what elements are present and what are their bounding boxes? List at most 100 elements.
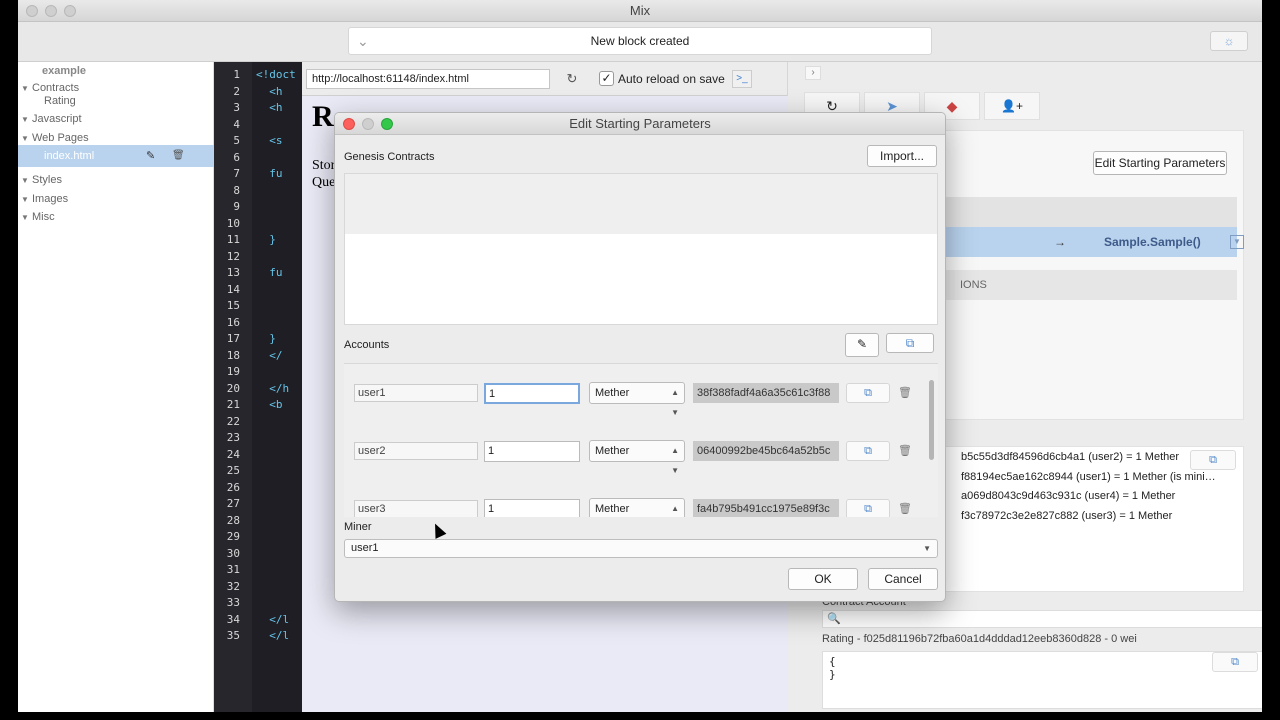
code-line[interactable]: </: [256, 349, 282, 362]
window-close-button[interactable]: [26, 5, 38, 17]
account-key-field[interactable]: 38f388fadf4a6a35c61c3f88: [693, 383, 839, 403]
miner-select[interactable]: user1 ▼: [344, 539, 938, 558]
code-line[interactable]: <!doct: [256, 68, 296, 81]
window-minimize-button[interactable]: [45, 5, 57, 17]
rating-contract-line: Rating - f025d81196b72fba60a1d4dddad12ee…: [822, 633, 1137, 645]
dialog-close-button[interactable]: [343, 118, 355, 130]
code-line[interactable]: </h: [256, 382, 289, 395]
account-name-field[interactable]: user2: [354, 442, 478, 460]
trash-icon[interactable]: 🗑: [172, 145, 185, 167]
line-number: 10: [226, 216, 240, 230]
trash-icon[interactable]: 🗑: [897, 442, 913, 460]
window-zoom-button[interactable]: [64, 5, 76, 17]
code-line[interactable]: <s: [256, 134, 282, 147]
accounts-label: Accounts: [344, 339, 390, 351]
account-amount-field[interactable]: 1: [484, 499, 580, 517]
account-amount-field[interactable]: 1: [484, 383, 580, 404]
ok-button[interactable]: OK: [788, 568, 858, 590]
sidebar-item-misc[interactable]: ▼ Misc: [18, 208, 214, 226]
code-line[interactable]: }: [256, 332, 276, 345]
account-key-field[interactable]: 06400992be45bc64a52b5c: [693, 441, 839, 461]
url-field[interactable]: http://localhost:61148/index.html: [306, 69, 550, 89]
nav-forward-icon[interactable]: ›: [805, 66, 821, 80]
code-line[interactable]: fu: [256, 266, 282, 279]
code-line[interactable]: }: [256, 233, 276, 246]
account-row: user1 1 Mether ▲ ▼ 38f388fadf4a6a35c61c3f8…: [344, 364, 938, 422]
dialog-minimize-button[interactable]: [362, 118, 374, 130]
line-number: 7: [233, 167, 240, 180]
line-number: 18: [226, 348, 240, 362]
sidebar-item-styles[interactable]: ▼ Styles: [18, 171, 214, 189]
copy-icon[interactable]: ⧉: [846, 383, 890, 403]
code-line[interactable]: <h: [256, 85, 282, 98]
add-user-icon[interactable]: 👤+: [984, 92, 1040, 120]
disclosure-triangle-icon[interactable]: ▼: [18, 80, 32, 98]
sidebar-item-index-html[interactable]: index.html ✎ 🗑: [18, 145, 214, 167]
line-number: 8: [233, 183, 240, 197]
line-number: 30: [226, 546, 240, 560]
preview-text-line: Stor: [312, 158, 336, 173]
status-text: New block created: [590, 34, 690, 48]
disclosure-triangle-icon[interactable]: ▼: [18, 209, 32, 227]
pencil-icon[interactable]: ✎: [146, 145, 155, 167]
cancel-button[interactable]: Cancel: [868, 568, 938, 590]
auto-reload-checkbox[interactable]: ✓: [599, 71, 614, 86]
reload-icon[interactable]: ↻: [560, 69, 584, 89]
edit-account-button[interactable]: ✎: [845, 333, 879, 357]
copy-icon[interactable]: ⧉: [1190, 450, 1236, 470]
line-number: 15: [226, 299, 240, 312]
terminal-icon[interactable]: >_: [732, 70, 752, 88]
debug-button[interactable]: ☼: [1210, 31, 1248, 51]
copy-accounts-button[interactable]: ⧉: [886, 333, 934, 353]
line-number: 26: [226, 480, 240, 494]
log-line: f88194ec5ae162c8944 (user1) = 1 Mether (…: [961, 471, 1216, 483]
account-amount-field[interactable]: 1: [484, 441, 580, 462]
account-key-field[interactable]: fa4b795b491cc1975e89f3c: [693, 499, 839, 517]
line-number: 2: [233, 84, 240, 98]
line-number: 25: [226, 464, 240, 477]
json-output[interactable]: { }: [822, 651, 1262, 709]
status-message[interactable]: ⌄ New block created: [348, 27, 932, 55]
code-editor[interactable]: 1 2 3 4 5 6 7 8 9 10 11 12 13 14 15 16 17 18 19 20 21 22 23 24 2…: [214, 62, 302, 712]
line-number: 20: [226, 381, 240, 395]
disclosure-triangle-icon[interactable]: ▼: [18, 191, 32, 209]
account-name-field[interactable]: user3: [354, 500, 478, 517]
genesis-contracts-list[interactable]: [344, 173, 938, 325]
auto-reload-label: Auto reload on save: [618, 72, 725, 86]
line-number: 11: [226, 233, 240, 246]
copy-icon[interactable]: ⧉: [846, 499, 890, 517]
disclosure-triangle-icon[interactable]: ▼: [18, 172, 32, 190]
sidebar-item-javascript[interactable]: ▼ Javascript: [18, 110, 214, 128]
dialog-zoom-button[interactable]: [381, 118, 393, 130]
accounts-list[interactable]: user1 1 Mether ▲ ▼ 38f388fadf4a6a35c61c3f8…: [344, 363, 938, 517]
account-unit-select[interactable]: Mether▲▼: [589, 382, 685, 417]
account-unit-select[interactable]: Mether▲▼: [589, 498, 685, 517]
sidebar-item-images[interactable]: ▼ Images: [18, 190, 214, 208]
search-input[interactable]: 🔍: [822, 610, 1262, 628]
code-line[interactable]: </l: [256, 629, 289, 642]
log-line: b5c55d3df84596d6cb4a1 (user2) = 1 Mether: [961, 451, 1180, 463]
account-row: user2 1 Mether ▲ ▼ 06400992be45bc64a52b5c …: [344, 422, 938, 480]
code-line[interactable]: <h: [256, 101, 282, 114]
account-unit-select[interactable]: Mether▲▼: [589, 440, 685, 475]
line-number: 19: [226, 365, 240, 378]
chevron-down-icon[interactable]: ⌄: [357, 28, 369, 54]
edit-starting-parameters-button[interactable]: Edit Starting Parameters: [1093, 151, 1227, 175]
line-number: 16: [226, 315, 240, 329]
dropdown-icon: ▲▼: [671, 504, 679, 513]
import-button[interactable]: Import...: [867, 145, 937, 167]
line-number: 24: [226, 447, 240, 461]
copy-icon[interactable]: ⧉: [846, 441, 890, 461]
trash-icon[interactable]: 🗑: [897, 500, 913, 517]
code-line[interactable]: </l: [256, 613, 289, 626]
dropdown-icon[interactable]: ▼: [1230, 235, 1244, 249]
copy-icon[interactable]: ⧉: [1212, 652, 1258, 672]
preview-heading: R: [312, 100, 334, 133]
accounts-scrollbar[interactable]: [929, 380, 934, 460]
sidebar-item-rating[interactable]: Rating: [44, 92, 214, 110]
trash-icon[interactable]: 🗑: [897, 384, 913, 402]
disclosure-triangle-icon[interactable]: ▼: [18, 111, 32, 129]
code-line[interactable]: <b: [256, 398, 282, 411]
code-line[interactable]: fu: [256, 167, 282, 180]
account-name-field[interactable]: user1: [354, 384, 478, 402]
